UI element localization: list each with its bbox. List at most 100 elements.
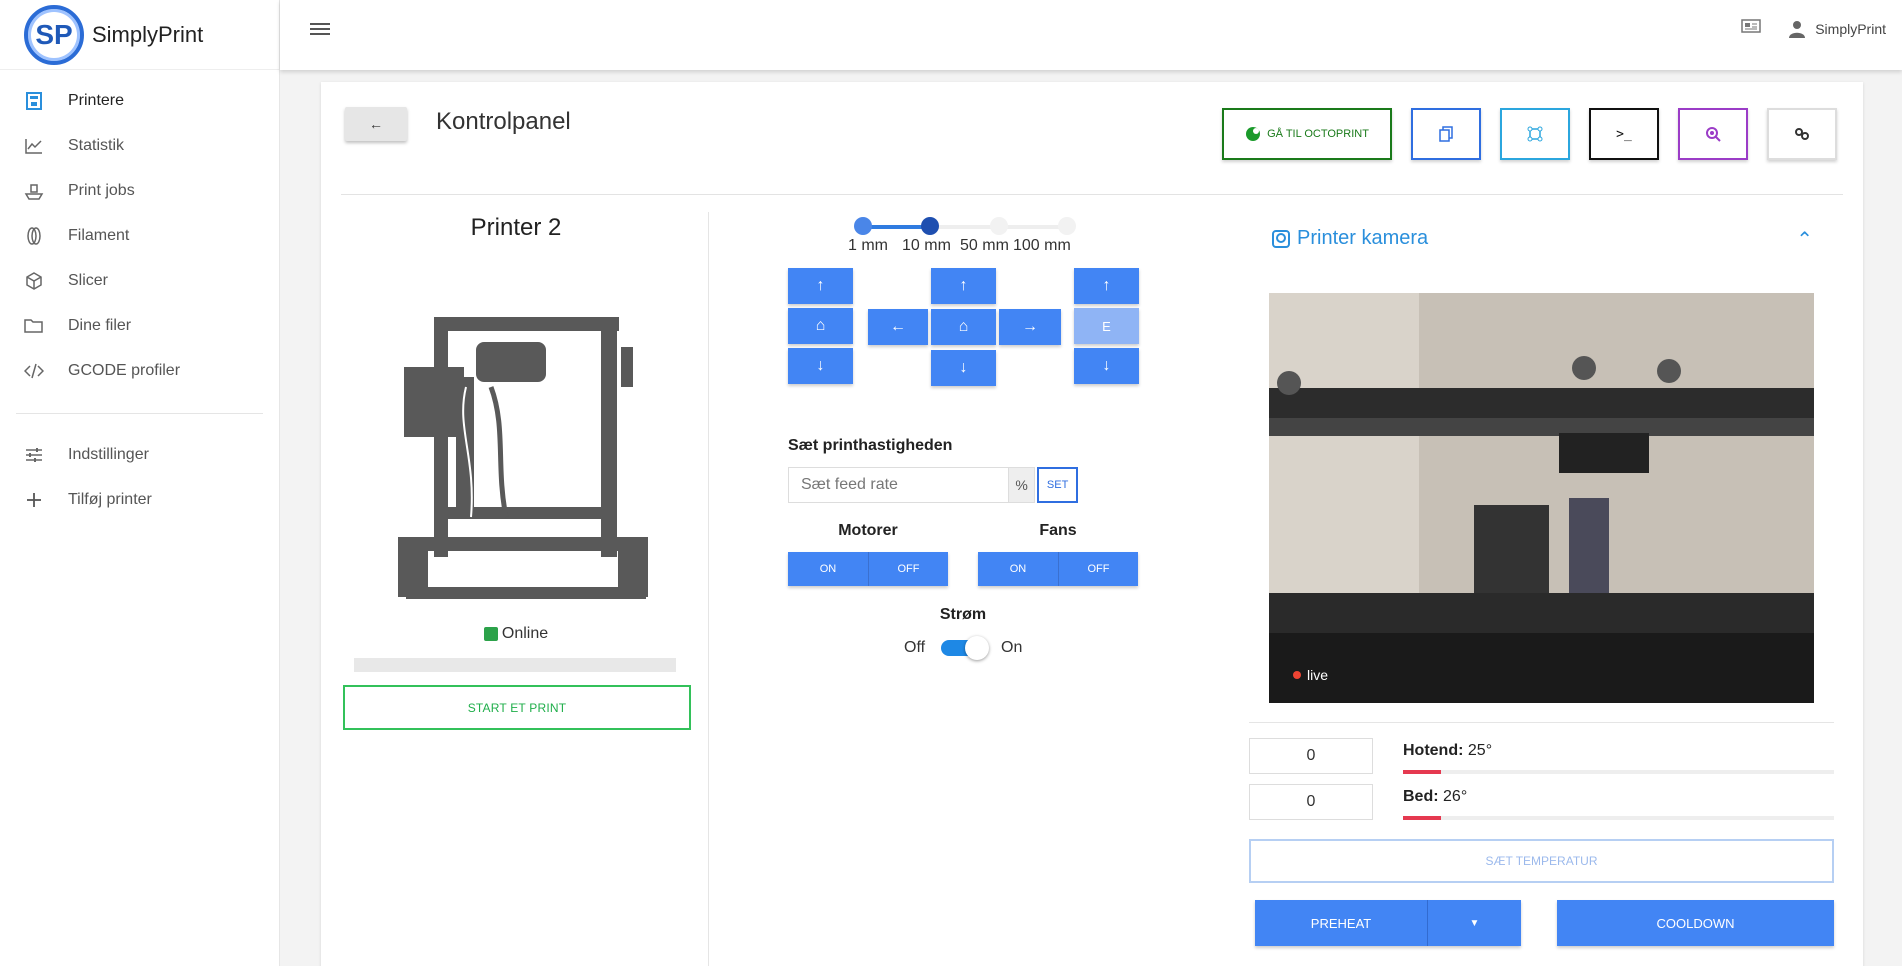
goto-octoprint-button[interactable]: GÅ TIL OCTOPRINT bbox=[1222, 108, 1392, 160]
hotend-target-input[interactable]: 0 bbox=[1249, 738, 1373, 774]
hotend-temp-bar bbox=[1403, 770, 1834, 774]
live-dot bbox=[1293, 671, 1301, 679]
sidebar-item-dine-filer[interactable]: Dine filer bbox=[0, 303, 279, 348]
sidebar-item-print-jobs[interactable]: Print jobs bbox=[0, 168, 279, 213]
page-title: Kontrolpanel bbox=[436, 108, 571, 135]
inspect-button[interactable] bbox=[1678, 108, 1748, 160]
set-temperature-button[interactable]: SÆT TEMPERATUR bbox=[1249, 839, 1834, 883]
bed-label: Bed: bbox=[1403, 788, 1439, 805]
sidebar-nav: Printere Statistik Print jobs Filament S… bbox=[0, 70, 279, 522]
e-down-button[interactable]: ↓ bbox=[1074, 348, 1139, 384]
header-divider bbox=[341, 194, 1843, 195]
action-buttons: GÅ TIL OCTOPRINT >_ bbox=[1222, 108, 1837, 160]
feed-rate-set-button[interactable]: SET bbox=[1037, 467, 1078, 503]
x-right-button[interactable]: → bbox=[999, 309, 1061, 345]
printer-status: Online bbox=[341, 625, 691, 643]
printer-files-button[interactable] bbox=[1411, 108, 1481, 160]
sidebar-item-label: Slicer bbox=[68, 271, 109, 289]
fans-off-button[interactable]: OFF bbox=[1058, 552, 1138, 586]
motors-off-button[interactable]: OFF bbox=[868, 552, 948, 586]
sidebar-item-label: Printere bbox=[68, 91, 125, 109]
xy-home-button[interactable]: ⌂ bbox=[931, 309, 996, 345]
gears-icon bbox=[1795, 128, 1809, 140]
sidebar-item-printere[interactable]: Printere bbox=[0, 78, 279, 123]
printer-image bbox=[398, 317, 648, 599]
sidebar-item-statistik[interactable]: Statistik bbox=[0, 123, 279, 168]
crop-icon bbox=[1527, 126, 1543, 142]
column-divider bbox=[708, 212, 709, 966]
chevron-up-icon[interactable]: ⌃ bbox=[1796, 227, 1813, 252]
sidebar-item-label: Filament bbox=[68, 226, 130, 244]
sidebar-item-filament[interactable]: Filament bbox=[0, 213, 279, 258]
printer-name: Printer 2 bbox=[470, 214, 562, 241]
step-knob-10mm[interactable] bbox=[921, 217, 939, 235]
settings-button[interactable] bbox=[1767, 108, 1837, 160]
z-down-button[interactable]: ↓ bbox=[788, 348, 853, 384]
step-size-slider[interactable] bbox=[854, 217, 1078, 235]
step-knob-100mm[interactable] bbox=[1058, 217, 1076, 235]
bed-target-input[interactable]: 0 bbox=[1249, 784, 1373, 820]
news-icon[interactable] bbox=[1741, 18, 1761, 39]
terminal-button[interactable]: >_ bbox=[1589, 108, 1659, 160]
hotend-value: 25° bbox=[1467, 742, 1493, 759]
feed-rate-group: % SET bbox=[788, 467, 1078, 503]
x-left-button[interactable]: ← bbox=[868, 309, 928, 345]
boat-icon bbox=[24, 181, 44, 201]
chart-icon bbox=[24, 136, 44, 156]
code-icon bbox=[24, 361, 44, 381]
sidebar-item-label: Print jobs bbox=[68, 181, 135, 199]
sidebar-item-indstillinger[interactable]: Indstillinger bbox=[0, 432, 279, 477]
hamburger-menu-icon[interactable] bbox=[310, 20, 330, 40]
fans-toggle-group: ON OFF bbox=[978, 552, 1138, 586]
bed-value: 26° bbox=[1443, 788, 1468, 805]
brand-name: SimplyPrint bbox=[92, 21, 204, 47]
bed-level-button[interactable] bbox=[1500, 108, 1570, 160]
live-indicator: live bbox=[1293, 667, 1328, 683]
feed-rate-input[interactable] bbox=[788, 467, 1009, 503]
fans-on-button[interactable]: ON bbox=[978, 552, 1058, 586]
motors-on-button[interactable]: ON bbox=[788, 552, 868, 586]
brand[interactable]: SP SimplyPrint bbox=[0, 0, 279, 70]
user-icon bbox=[1789, 20, 1806, 38]
topbar: SimplyPrint bbox=[280, 0, 1902, 70]
topbar-right: SimplyPrint bbox=[1741, 18, 1886, 39]
step-knob-1mm[interactable] bbox=[854, 217, 872, 235]
step-knob-50mm[interactable] bbox=[990, 217, 1008, 235]
e-up-button[interactable]: ↑ bbox=[1074, 268, 1139, 304]
z-home-button[interactable]: ⌂ bbox=[788, 308, 853, 344]
bed-temp-label: Bed: 26° bbox=[1403, 788, 1467, 806]
status-text: Online bbox=[501, 625, 549, 642]
arrow-left-icon: ← bbox=[369, 116, 383, 132]
simplyprint-logo: SP bbox=[24, 4, 84, 65]
user-name: SimplyPrint bbox=[1815, 20, 1886, 37]
user-menu[interactable]: SimplyPrint bbox=[1789, 20, 1886, 38]
magnifier-icon bbox=[1706, 127, 1721, 142]
preheat-dropdown-button[interactable]: ▼ bbox=[1427, 900, 1521, 946]
sidebar-item-gcode-profiler[interactable]: GCODE profiler bbox=[0, 348, 279, 393]
motors-label: Motorer bbox=[838, 522, 898, 539]
octoprint-icon bbox=[1246, 127, 1261, 141]
hotend-label: Hotend: bbox=[1403, 742, 1464, 759]
printer-icon bbox=[24, 91, 44, 111]
power-on-label: On bbox=[1001, 639, 1023, 656]
live-label: live bbox=[1307, 667, 1329, 683]
cooldown-button[interactable]: COOLDOWN bbox=[1557, 900, 1834, 946]
sidebar-item-label: Indstillinger bbox=[68, 445, 149, 463]
power-toggle[interactable] bbox=[941, 636, 990, 660]
sidebar-item-tilfoej-printer[interactable]: Tilføj printer bbox=[0, 477, 279, 522]
print-progress-bar bbox=[354, 658, 676, 672]
sidebar-item-slicer[interactable]: Slicer bbox=[0, 258, 279, 303]
hotend-temp-label: Hotend: 25° bbox=[1403, 742, 1492, 760]
goto-octoprint-label: GÅ TIL OCTOPRINT bbox=[1267, 128, 1369, 140]
y-up-button[interactable]: ↑ bbox=[931, 268, 996, 304]
step-label-10mm: 10 mm bbox=[902, 237, 951, 254]
start-print-button[interactable]: START ET PRINT bbox=[343, 685, 691, 730]
z-up-button[interactable]: ↑ bbox=[788, 268, 853, 304]
power-switch-row: Off On bbox=[904, 636, 1023, 660]
camera-header[interactable]: Printer kamera bbox=[1271, 227, 1428, 250]
y-down-button[interactable]: ↓ bbox=[931, 350, 996, 386]
cube-icon bbox=[24, 271, 44, 291]
back-button[interactable]: ← bbox=[345, 107, 407, 141]
sidebar: SP SimplyPrint Printere Statistik Print … bbox=[0, 0, 280, 966]
preheat-button[interactable]: PREHEAT bbox=[1255, 900, 1427, 946]
